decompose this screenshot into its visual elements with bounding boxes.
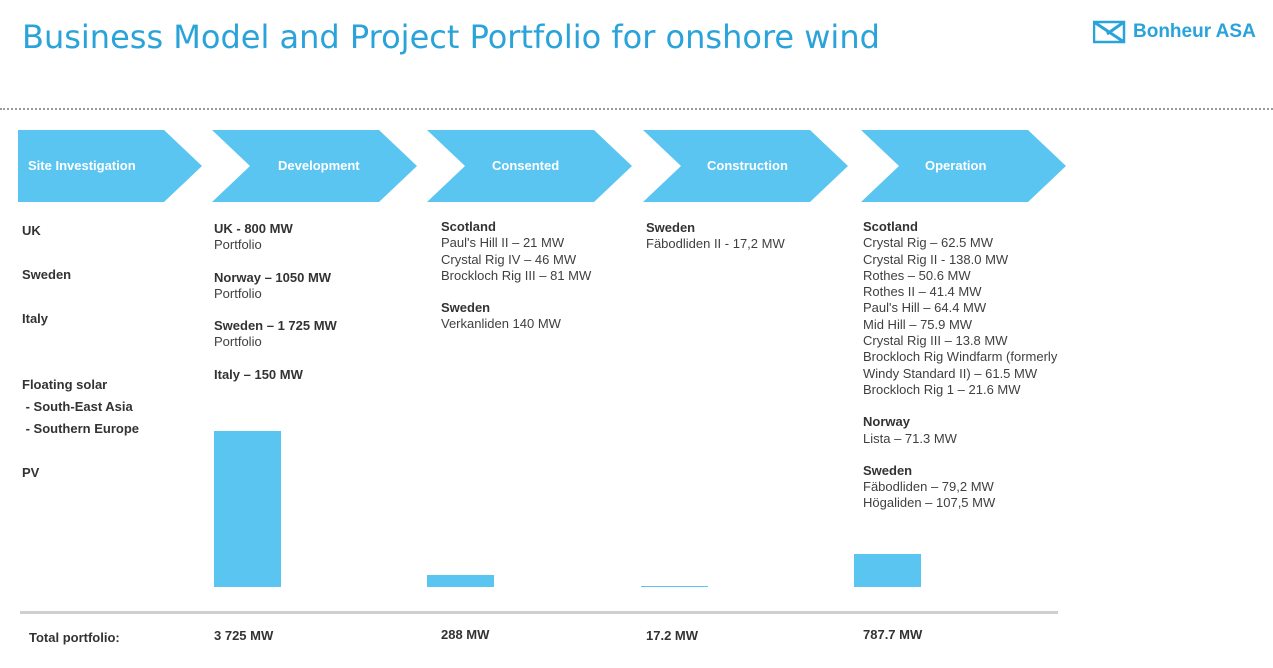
total-construction: 17.2 MW <box>646 628 699 643</box>
operation-group: Scotland Crystal Rig – 62.5 MW Crystal R… <box>863 219 1057 398</box>
bonheur-logo-icon <box>1093 20 1126 44</box>
stage-label: Construction <box>707 158 788 173</box>
baseline <box>20 611 1058 614</box>
consented-item: Crystal Rig IV – 46 MW <box>441 251 577 267</box>
stage-label: Site Investigation <box>28 158 136 173</box>
development-sub: Portfolio <box>214 237 262 253</box>
operation-item: Lista – 71.3 MW <box>863 430 957 446</box>
consented-item: Brockloch Rig III – 81 MW <box>441 267 592 283</box>
development-sub: Portfolio <box>214 334 262 350</box>
consented-item: Verkanliden 140 MW <box>441 316 561 332</box>
company-logo: Bonheur ASA <box>1093 20 1256 44</box>
site-s-europe: - Southern Europe <box>22 421 139 436</box>
operation-group: Norway Lista – 71.3 MW <box>863 414 1057 447</box>
development-group: Norway – 1050 MW Portfolio <box>214 270 337 303</box>
bar-operation <box>854 554 921 587</box>
logo-text: Bonheur ASA <box>1133 21 1256 42</box>
operation-item: Crystal Rig II - 138.0 MW <box>863 251 1009 267</box>
operation-head: Sweden <box>863 462 913 478</box>
consented-item: Paul's Hill II – 21 MW <box>441 235 565 251</box>
stage-site-investigation: Site Investigation <box>18 130 202 202</box>
operation-item: Rothes – 50.6 MW <box>863 267 971 283</box>
operation-item: Högaliden – 107,5 MW <box>863 495 996 511</box>
site-floating-solar: Floating solar <box>22 377 108 392</box>
development-column: UK - 800 MW Portfolio Norway – 1050 MW P… <box>214 221 337 399</box>
development-head: Sweden – 1 725 MW <box>214 318 337 334</box>
operation-item: Fäbodliden – 79,2 MW <box>863 479 994 495</box>
consented-head: Sweden <box>441 300 491 316</box>
operation-column: Scotland Crystal Rig – 62.5 MW Crystal R… <box>863 219 1057 528</box>
operation-item: Rothes II – 41.4 MW <box>863 284 982 300</box>
construction-column: Sweden Fäbodliden II - 17,2 MW <box>646 220 785 269</box>
consented-column: Scotland Paul's Hill II – 21 MW Crystal … <box>441 219 591 349</box>
development-group: UK - 800 MW Portfolio <box>214 221 337 254</box>
site-italy: Italy <box>22 311 49 326</box>
site-se-asia: - South-East Asia <box>22 399 133 414</box>
operation-item: Crystal Rig III – 13.8 MW <box>863 333 1008 349</box>
consented-head: Scotland <box>441 219 496 234</box>
stage-consented: Consented <box>427 130 632 202</box>
development-sub: Portfolio <box>214 285 262 301</box>
operation-group: Sweden Fäbodliden – 79,2 MW Högaliden – … <box>863 463 1057 512</box>
stage-development: Development <box>212 130 417 202</box>
bar-development <box>214 431 281 587</box>
header-divider <box>0 108 1273 110</box>
bar-consented <box>427 574 494 587</box>
page-title: Business Model and Project Portfolio for… <box>22 18 880 56</box>
stage-label: Development <box>278 158 360 173</box>
site-uk: UK <box>22 223 41 238</box>
site-sweden: Sweden <box>22 267 72 282</box>
operation-item: Mid Hill – 75.9 MW <box>863 316 973 332</box>
construction-head: Sweden <box>646 220 696 235</box>
stage-label: Operation <box>925 158 987 173</box>
site-pv: PV <box>22 465 40 480</box>
stage-operation: Operation <box>861 130 1066 202</box>
consented-group: Scotland Paul's Hill II – 21 MW Crystal … <box>441 219 591 284</box>
construction-item: Fäbodliden II - 17,2 MW <box>646 236 785 252</box>
total-operation: 787.7 MW <box>863 627 923 642</box>
construction-group: Sweden Fäbodliden II - 17,2 MW <box>646 220 785 253</box>
operation-head: Norway <box>863 414 910 430</box>
operation-item: Paul's Hill – 64.4 MW <box>863 300 987 316</box>
total-development: 3 725 MW <box>214 628 274 643</box>
operation-item: Windy Standard II) – 61.5 MW <box>863 365 1038 381</box>
total-label: Total portfolio: <box>29 630 120 645</box>
development-group: Sweden – 1 725 MW Portfolio <box>214 318 337 351</box>
operation-item: Brockloch Rig Windfarm (formerly <box>863 349 1058 365</box>
bar-construction <box>641 585 708 587</box>
development-head: Italy – 150 MW <box>214 366 303 382</box>
operation-head: Scotland <box>863 219 918 234</box>
development-head: Norway – 1050 MW <box>214 269 332 285</box>
stage-construction: Construction <box>643 130 848 202</box>
operation-item: Brockloch Rig 1 – 21.6 MW <box>863 381 1021 397</box>
stage-label: Consented <box>492 158 560 173</box>
total-consented: 288 MW <box>441 627 490 642</box>
development-head: UK - 800 MW <box>214 221 293 236</box>
consented-group: Sweden Verkanliden 140 MW <box>441 300 591 333</box>
development-group: Italy – 150 MW <box>214 367 337 383</box>
operation-item: Crystal Rig – 62.5 MW <box>863 235 994 251</box>
